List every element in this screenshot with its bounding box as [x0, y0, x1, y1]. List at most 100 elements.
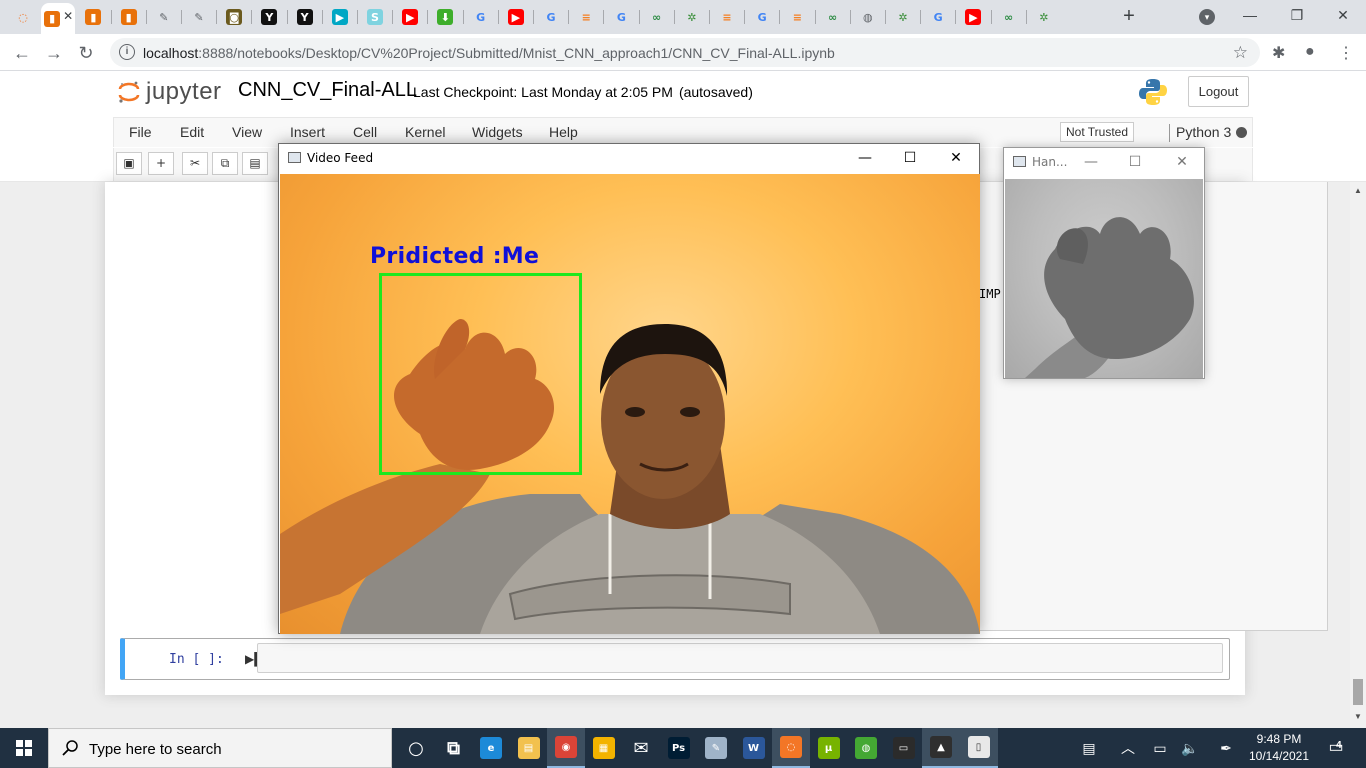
close-icon[interactable]: ✕: [933, 146, 979, 170]
browser-tab[interactable]: ✲: [677, 5, 707, 29]
profile-avatar[interactable]: ●: [1305, 43, 1315, 61]
taskbar-app-chrome[interactable]: ◉: [547, 728, 585, 768]
browser-tab[interactable]: S: [360, 5, 390, 29]
browser-tab[interactable]: ▶: [958, 5, 988, 29]
menu-view[interactable]: View: [232, 124, 262, 140]
browser-tab[interactable]: ✲: [1029, 5, 1059, 29]
menu-file[interactable]: File: [129, 124, 152, 140]
tray-chevron-icon[interactable]: ︿: [1116, 728, 1140, 768]
browser-tab[interactable]: ▮ ✕: [41, 3, 76, 34]
address-bar[interactable]: i localhost:8888/notebooks/Desktop/CV%20…: [110, 38, 1260, 67]
browser-tab[interactable]: ∞: [642, 5, 672, 29]
browser-tab[interactable]: ▶: [395, 5, 425, 29]
menu-insert[interactable]: Insert: [290, 124, 325, 140]
save-button[interactable]: ▣: [116, 152, 142, 175]
new-tab-button[interactable]: +: [1118, 5, 1140, 27]
menu-help[interactable]: Help: [549, 124, 578, 140]
browser-tab[interactable]: G: [606, 5, 636, 29]
taskbar-app-mail[interactable]: ✉: [622, 728, 660, 768]
tab-close-icon[interactable]: ✕: [63, 9, 73, 23]
menu-edit[interactable]: Edit: [180, 124, 204, 140]
notification-center-icon[interactable]: ▭ 4: [1325, 737, 1347, 759]
start-button[interactable]: [0, 728, 48, 768]
browser-tab[interactable]: G: [466, 5, 496, 29]
browser-tab[interactable]: ✎: [184, 5, 214, 29]
taskbar-clock[interactable]: 9:48 PM 10/14/2021: [1244, 731, 1314, 765]
paste-button[interactable]: ▤: [242, 152, 268, 175]
browser-tab[interactable]: ✎: [149, 5, 179, 29]
taskbar-app-notepad[interactable]: ▯: [959, 728, 998, 768]
kernel-name[interactable]: Python 3: [1176, 124, 1231, 140]
reload-icon[interactable]: ↻: [74, 41, 98, 65]
tab-search-icon[interactable]: ▾: [1199, 9, 1215, 25]
back-icon[interactable]: ←: [10, 41, 34, 65]
menu-cell[interactable]: Cell: [353, 124, 377, 140]
browser-tab[interactable]: Y: [290, 5, 320, 29]
browser-tab[interactable]: ◙: [219, 5, 249, 29]
insert-cell-button[interactable]: +: [148, 152, 174, 175]
taskbar-app-edge[interactable]: e: [472, 728, 510, 768]
taskbar-app-cortana[interactable]: ○: [397, 728, 435, 768]
browser-tab[interactable]: G: [536, 5, 566, 29]
notebook-name[interactable]: CNN_CV_Final-ALL: [238, 79, 417, 102]
close-icon[interactable]: ✕: [1159, 150, 1205, 174]
menu-widgets[interactable]: Widgets: [472, 124, 523, 140]
battery-icon[interactable]: ▭: [1148, 728, 1172, 768]
empty-code-cell[interactable]: In [ ]: ▶▌: [120, 638, 1230, 680]
browser-tab[interactable]: ▮: [114, 5, 144, 29]
video-feed-window[interactable]: Video Feed — ☐ ✕ Pridicted :Me: [278, 143, 980, 634]
browser-tab[interactable]: G: [747, 5, 777, 29]
logout-button[interactable]: Logout: [1188, 76, 1249, 107]
cut-button[interactable]: ✂: [182, 152, 208, 175]
site-info-icon[interactable]: i: [119, 44, 135, 60]
taskbar-search-box[interactable]: Type here to search: [48, 728, 392, 768]
browser-tab[interactable]: ✲: [888, 5, 918, 29]
not-trusted-button[interactable]: Not Trusted: [1060, 122, 1135, 142]
taskbar-app-photoshop[interactable]: Ps: [660, 728, 698, 768]
browser-tab[interactable]: ⬇: [430, 5, 460, 29]
url-text[interactable]: localhost:8888/notebooks/Desktop/CV%20Pr…: [143, 45, 835, 61]
browser-tab[interactable]: ∞: [818, 5, 848, 29]
taskbar-app-anaconda[interactable]: ◍: [847, 728, 885, 768]
browser-tab[interactable]: ∞: [994, 5, 1024, 29]
news-icon[interactable]: ▤: [1072, 728, 1106, 768]
restore-icon[interactable]: ❐: [1282, 4, 1312, 26]
taskbar-app-paint[interactable]: ✎: [697, 728, 735, 768]
minimize-icon[interactable]: —: [1235, 4, 1265, 26]
pen-icon[interactable]: ✒: [1214, 728, 1238, 768]
browser-menu-icon[interactable]: ⋮: [1338, 43, 1354, 63]
taskbar-app-file-explorer[interactable]: ▤: [510, 728, 548, 768]
browser-tab[interactable]: ≡: [571, 5, 601, 29]
browser-tab[interactable]: ▶: [325, 5, 355, 29]
maximize-icon[interactable]: ☐: [1112, 150, 1158, 174]
extensions-icon[interactable]: ✱: [1272, 43, 1285, 63]
taskbar-app-jupyter-app[interactable]: ◌: [772, 728, 810, 768]
browser-tab[interactable]: ◍: [853, 5, 883, 29]
jupyter-logo[interactable]: jupyter: [118, 77, 222, 107]
browser-tab[interactable]: ≡: [782, 5, 812, 29]
minimize-icon[interactable]: —: [1068, 150, 1114, 174]
browser-tab[interactable]: ◌: [8, 5, 38, 29]
scrollbar-thumb[interactable]: [1353, 679, 1363, 705]
bookmark-star-icon[interactable]: ☆: [1233, 43, 1248, 63]
close-icon[interactable]: ✕: [1328, 4, 1358, 26]
browser-tab[interactable]: ▮: [78, 5, 108, 29]
taskbar-app-utorrent[interactable]: µ: [810, 728, 848, 768]
browser-tab[interactable]: ▶: [501, 5, 531, 29]
cell-input[interactable]: [257, 643, 1223, 673]
taskbar-app-store[interactable]: ▦: [585, 728, 623, 768]
browser-tab[interactable]: ≡: [712, 5, 742, 29]
taskbar-app-terminal[interactable]: ▭: [885, 728, 923, 768]
menu-kernel[interactable]: Kernel: [405, 124, 445, 140]
taskbar-app-word[interactable]: W: [735, 728, 773, 768]
browser-tab[interactable]: Y: [254, 5, 284, 29]
browser-tab[interactable]: G: [923, 5, 953, 29]
forward-icon[interactable]: →: [42, 41, 66, 65]
maximize-icon[interactable]: ☐: [887, 146, 933, 170]
taskbar-app-photos[interactable]: ▲: [922, 728, 960, 768]
taskbar-app-task-view[interactable]: ⧉: [435, 728, 473, 768]
scroll-down-icon[interactable]: ▼: [1354, 712, 1362, 721]
minimize-icon[interactable]: —: [842, 146, 888, 170]
volume-icon[interactable]: 🔈: [1178, 728, 1202, 768]
scroll-up-icon[interactable]: ▲: [1354, 186, 1362, 195]
